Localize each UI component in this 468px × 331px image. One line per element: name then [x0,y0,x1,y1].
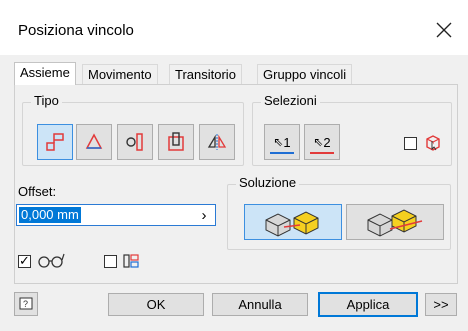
title-bar: Posiziona vincolo [0,0,468,55]
soluzione-label: Soluzione [236,175,300,190]
first-selection-underline [270,152,294,154]
selezioni-label: Selezioni [261,93,320,108]
ok-button[interactable]: OK [108,293,204,316]
tab-transitorio[interactable]: Transitorio [169,64,242,84]
tangent-constraint-button[interactable] [117,124,153,160]
insert-constraint-icon [168,132,184,151]
angle-constraint-button[interactable] [76,124,112,160]
offset-input[interactable]: 0,000 mm › [16,204,216,226]
help-button[interactable]: ? [14,292,38,316]
checkmark-icon: ✓ [19,253,30,268]
flush-solution-icon [367,209,423,237]
offset-value: 0,000 mm [19,207,81,223]
mate-constraint-button[interactable] [37,124,73,160]
mate-solution-button[interactable] [244,204,342,240]
predict-offset-icon [122,252,140,270]
second-selection-underline [310,152,334,154]
pick-part-first-checkbox[interactable] [404,137,417,150]
angle-constraint-icon [85,133,103,149]
more-button[interactable]: >> [425,293,457,316]
tangent-constraint-icon [126,133,143,151]
insert-constraint-button[interactable] [158,124,194,160]
predict-offset-checkbox[interactable] [104,255,117,268]
cursor-arrow-icon: ⇖ [273,135,284,149]
close-icon[interactable] [432,18,456,42]
symmetry-constraint-button[interactable] [199,124,235,160]
applica-button[interactable]: Applica [318,292,418,317]
mate-solution-icon [265,211,319,237]
flush-solution-button[interactable] [346,204,444,240]
offset-label: Offset: [18,184,57,199]
annulla-button[interactable]: Annulla [212,293,308,316]
constraint-dialog: Posiziona vincolo Assieme Movimento Tran… [0,0,468,331]
tab-assieme[interactable]: Assieme [14,62,76,85]
first-selection-button[interactable]: ⇖ 1 [264,124,300,160]
first-selection-label: 1 [283,134,291,150]
cursor-arrow-icon: ⇖ [313,135,324,149]
second-selection-button[interactable]: ⇖ 2 [304,124,340,160]
mate-constraint-icon [46,133,64,151]
tipo-label: Tipo [31,93,62,108]
second-selection-label: 2 [323,134,331,150]
help-icon: ? [19,297,33,310]
tab-movimento[interactable]: Movimento [82,64,158,84]
svg-text:?: ? [23,299,28,309]
show-preview-checkbox[interactable]: ✓ [18,253,31,268]
chevron-right-icon[interactable]: › [193,205,215,225]
glasses-icon [36,250,66,270]
symmetry-constraint-icon [207,134,227,150]
window-title: Posiziona vincolo [18,22,134,39]
tab-gruppo-vincoli[interactable]: Gruppo vincoli [257,64,353,84]
pick-part-first-icon [423,132,443,152]
